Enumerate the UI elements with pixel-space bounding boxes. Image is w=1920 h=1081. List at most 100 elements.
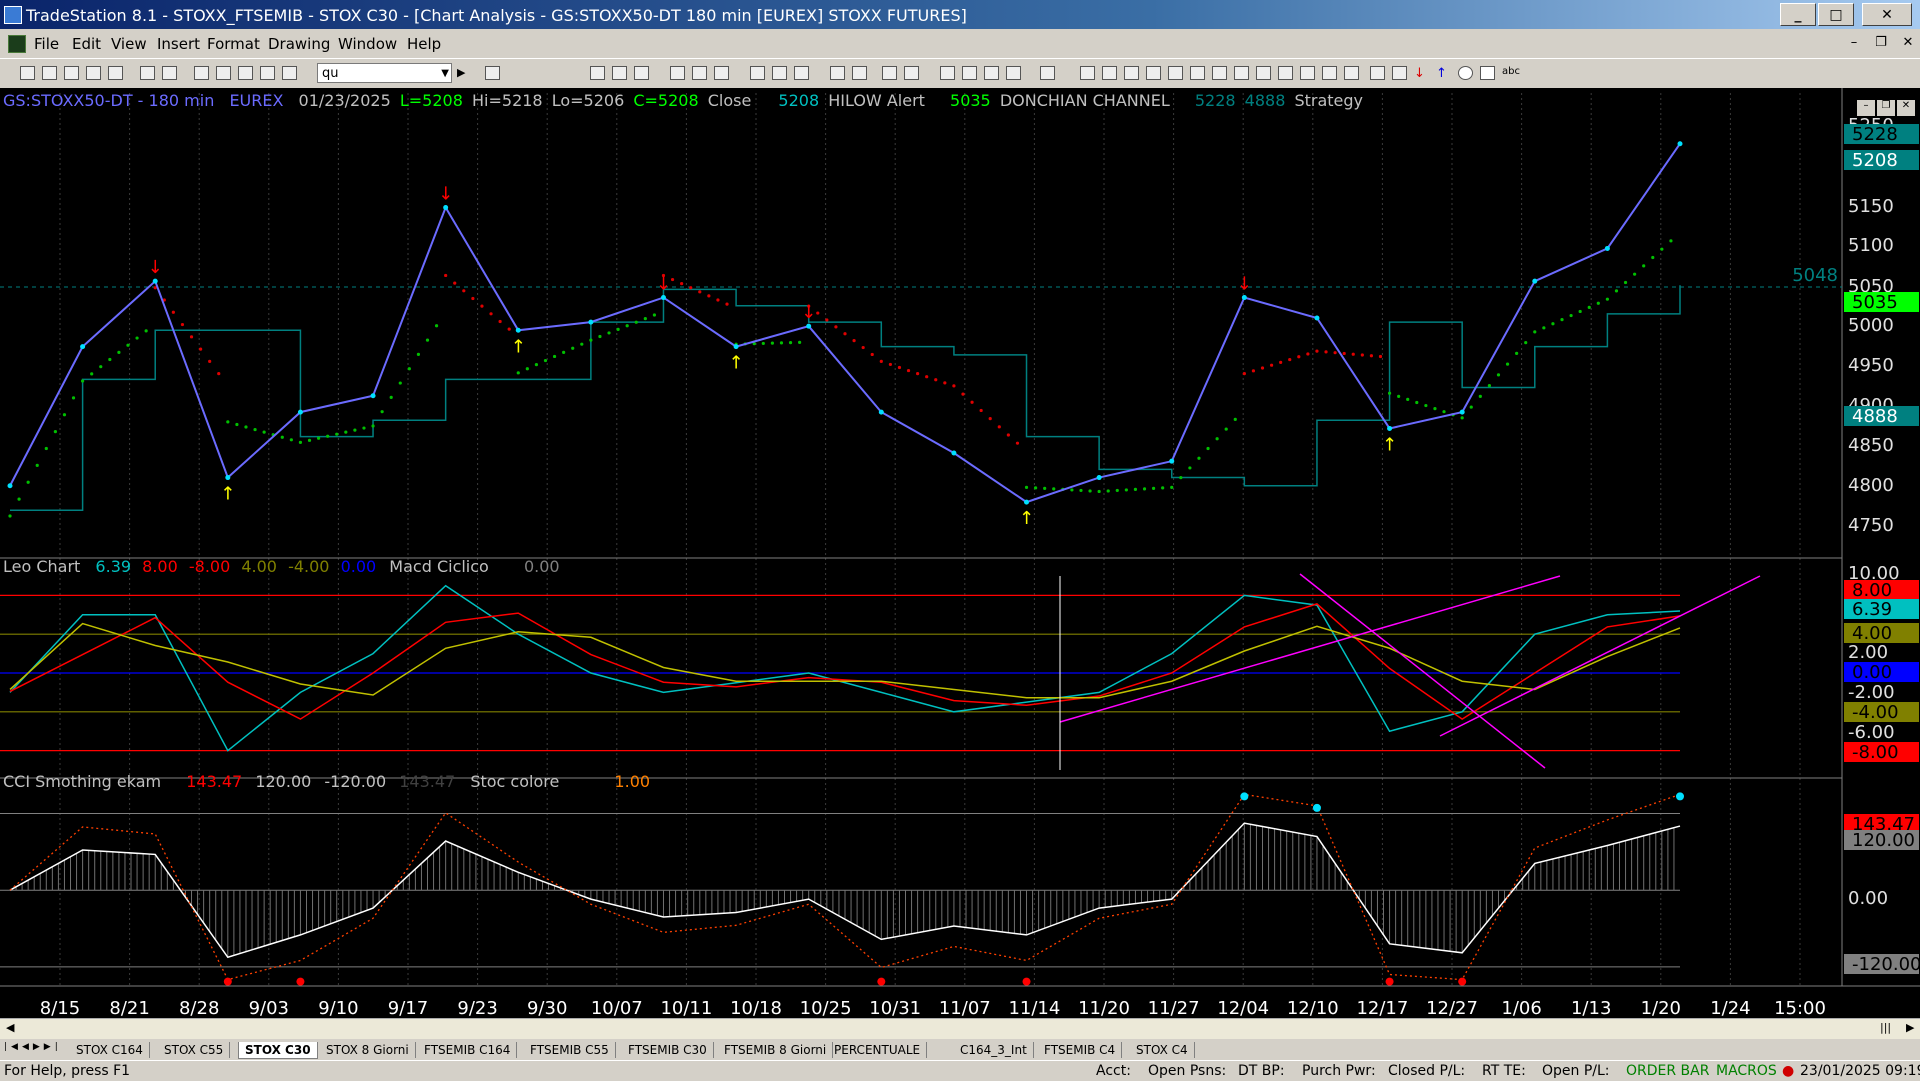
- hand-icon[interactable]: [1006, 66, 1021, 80]
- time-cycle-icon[interactable]: [1234, 66, 1249, 80]
- chart-canvas[interactable]: 5048↓↑↓↑↓↑↓↑↓↑52505150510050505000495049…: [0, 88, 1920, 1020]
- price-point: [733, 344, 739, 350]
- rectangle-icon[interactable]: [1480, 66, 1495, 80]
- dropdown-arrow-icon[interactable]: ▼: [441, 64, 449, 84]
- tab-ftsemib-c55[interactable]: FTSEMIB C55: [524, 1042, 616, 1058]
- tab-nav-arrows-icon[interactable]: |◀◀▶▶|: [4, 1042, 62, 1052]
- matrix-icon[interactable]: [794, 66, 809, 80]
- maximize-button[interactable]: □: [1818, 3, 1854, 26]
- arrow-up-icon[interactable]: ↑: [1436, 66, 1451, 81]
- brush-icon[interactable]: [1322, 66, 1337, 80]
- globe-icon[interactable]: [282, 66, 297, 80]
- lock-icon[interactable]: [238, 66, 253, 80]
- scanner-icon[interactable]: [634, 66, 649, 80]
- symbol-input[interactable]: qu ▼: [317, 63, 452, 83]
- menu-insert[interactable]: Insert: [157, 35, 200, 53]
- fibonacci-icon[interactable]: [1124, 66, 1139, 80]
- chart-window[interactable]: 5048↓↑↓↑↓↑↓↑↓↑52505150510050505000495049…: [0, 88, 1920, 1020]
- scroll-right-icon[interactable]: ▶: [1906, 1021, 1914, 1034]
- tab-ftsemib-c4[interactable]: FTSEMIB C4: [1038, 1042, 1123, 1058]
- menu-view[interactable]: View: [111, 35, 147, 53]
- channel-icon[interactable]: [1278, 66, 1293, 80]
- folder-icon[interactable]: [108, 66, 123, 80]
- copy-icon[interactable]: [86, 66, 101, 80]
- strategy-icon[interactable]: [692, 66, 707, 80]
- new-icon[interactable]: [20, 66, 35, 80]
- mdi-restore-button[interactable]: ❐: [1871, 33, 1891, 53]
- document-icon[interactable]: [8, 35, 26, 53]
- print-preview-icon[interactable]: [162, 66, 177, 80]
- ellipse-icon[interactable]: [1300, 66, 1315, 80]
- circle-icon[interactable]: [1458, 66, 1473, 80]
- play-icon[interactable]: ▶: [457, 66, 472, 80]
- window-icon[interactable]: [216, 66, 231, 80]
- scroll-thumb[interactable]: |||: [1880, 1021, 1891, 1034]
- menu-format[interactable]: Format: [207, 35, 260, 53]
- signal-icon[interactable]: [714, 66, 729, 80]
- curve-icon[interactable]: [1370, 66, 1385, 80]
- horizontal-scrollbar[interactable]: ◀ ||| ▶: [0, 1018, 1920, 1039]
- trailing-stop-dot: [53, 430, 57, 434]
- radar-icon[interactable]: [612, 66, 627, 80]
- tab-stox-c55[interactable]: STOX C55: [158, 1042, 231, 1058]
- indicator-icon[interactable]: [670, 66, 685, 80]
- tab-stox-8-giorni[interactable]: STOX 8 Giorni: [320, 1042, 416, 1058]
- tab-stox-c164[interactable]: STOX C164: [70, 1042, 150, 1058]
- bar-spacing-less-icon[interactable]: [852, 66, 867, 80]
- pencil-icon[interactable]: [1344, 66, 1359, 80]
- tab-ftsemib-c30[interactable]: FTSEMIB C30: [622, 1042, 714, 1058]
- bar-spacing-icon[interactable]: [830, 66, 845, 80]
- gann-fan-icon[interactable]: [1168, 66, 1183, 80]
- macros-button[interactable]: MACROS: [1716, 1063, 1777, 1079]
- menu-file[interactable]: File: [34, 35, 59, 53]
- zoom-out-icon[interactable]: [904, 66, 919, 80]
- acct-label: Acct:: [1096, 1063, 1131, 1079]
- menu-help[interactable]: Help: [407, 35, 441, 53]
- tab-stox-c4[interactable]: STOX C4: [1130, 1042, 1195, 1058]
- layout-icon[interactable]: [194, 66, 209, 80]
- pointer-icon[interactable]: [940, 66, 955, 80]
- timeline-icon[interactable]: [750, 66, 765, 80]
- trailing-stop-dot: [498, 319, 502, 324]
- calc-icon[interactable]: [1040, 66, 1055, 80]
- arrow-down-icon[interactable]: ↓: [1414, 66, 1429, 81]
- trailing-stop-dot: [135, 336, 139, 340]
- save-icon[interactable]: [64, 66, 79, 80]
- tab-ftsemib-8-giorni[interactable]: FTSEMIB 8 Giorni: [718, 1042, 834, 1058]
- line-icon[interactable]: [1392, 66, 1407, 80]
- wrench-icon[interactable]: [984, 66, 999, 80]
- order-bar-button[interactable]: ORDER BAR: [1626, 1063, 1709, 1079]
- trendline-icon[interactable]: [1080, 66, 1095, 80]
- tab-percentuale[interactable]: PERCENTUALE: [828, 1042, 928, 1058]
- minimize-button[interactable]: _: [1780, 3, 1816, 26]
- menu-edit[interactable]: Edit: [72, 35, 101, 53]
- subwindow-minimize-button[interactable]: –: [1857, 100, 1875, 116]
- zoom-in-icon[interactable]: [882, 66, 897, 80]
- options-icon[interactable]: [772, 66, 787, 80]
- speed-lines-icon[interactable]: [1190, 66, 1205, 80]
- subwindow-close-button[interactable]: ✕: [1897, 100, 1915, 116]
- mdi-minimize-button[interactable]: –: [1844, 33, 1864, 53]
- scroll-left-icon[interactable]: ◀: [6, 1021, 14, 1034]
- tool-icon[interactable]: [260, 66, 275, 80]
- mdi-close-button[interactable]: ✕: [1898, 33, 1918, 53]
- tab-c164_3_int[interactable]: C164_3_Int: [954, 1042, 1034, 1058]
- trailing-stop-dot: [262, 430, 266, 434]
- tab-stox-c30[interactable]: STOX C30: [238, 1042, 318, 1059]
- arc-icon[interactable]: [1256, 66, 1271, 80]
- regression-channel-icon[interactable]: [1212, 66, 1227, 80]
- subwindow-restore-button[interactable]: ❐: [1877, 100, 1895, 116]
- chart-analysis-icon[interactable]: [590, 66, 605, 80]
- find-icon[interactable]: [485, 66, 500, 80]
- andrews-pitchfork-icon[interactable]: [1146, 66, 1161, 80]
- trailing-stop-dot: [389, 395, 393, 399]
- menu-window[interactable]: Window: [338, 35, 397, 53]
- menu-drawing[interactable]: Drawing: [268, 35, 330, 53]
- open-icon[interactable]: [42, 66, 57, 80]
- close-button[interactable]: ✕: [1862, 3, 1912, 26]
- text-icon[interactable]: abc: [1502, 66, 1524, 80]
- print-icon[interactable]: [140, 66, 155, 80]
- horizontal-line-icon[interactable]: [1102, 66, 1117, 80]
- tab-ftsemib-c164[interactable]: FTSEMIB C164: [418, 1042, 518, 1058]
- cursor-icon[interactable]: [962, 66, 977, 80]
